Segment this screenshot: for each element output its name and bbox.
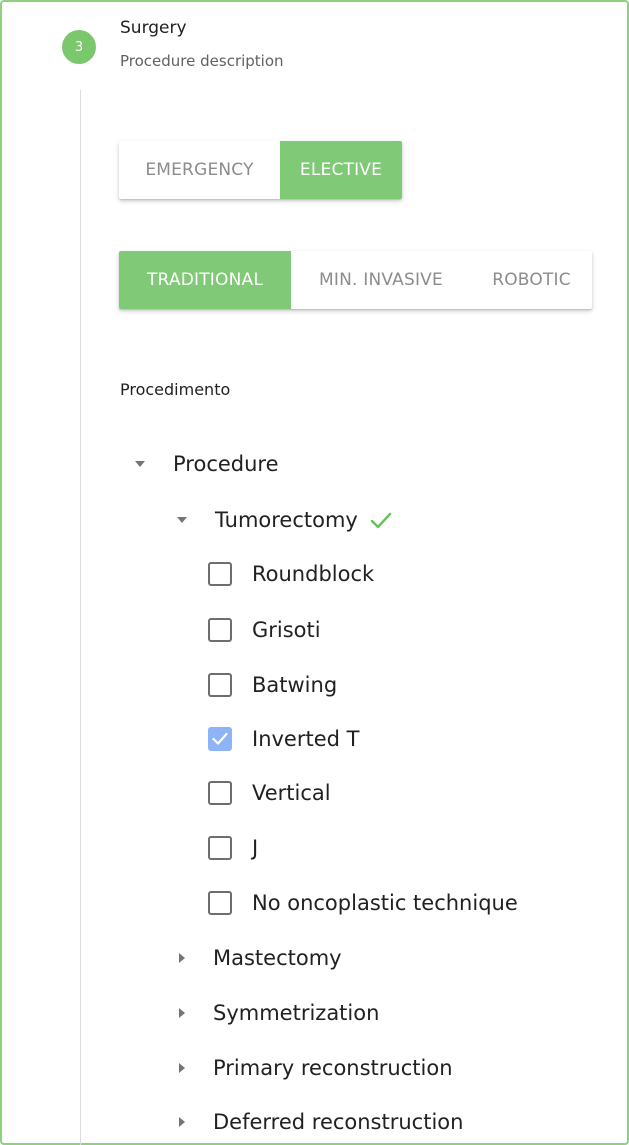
checkmark-icon xyxy=(370,512,392,529)
option-label: Vertical xyxy=(252,781,331,805)
caret-down-icon xyxy=(135,461,145,467)
option-label: Inverted T xyxy=(252,727,360,751)
checkbox-icon[interactable] xyxy=(208,836,232,860)
option-label: Roundblock xyxy=(252,562,375,586)
tree-node-label: Deferred reconstruction xyxy=(213,1110,464,1134)
section-label: Procedimento xyxy=(120,380,231,399)
option-label: No oncoplastic technique xyxy=(252,891,518,915)
step-connector-line xyxy=(80,90,81,1145)
step-title: Surgery xyxy=(120,18,187,38)
tree-node-deferred-reconstruction[interactable]: Deferred reconstruction xyxy=(177,1104,463,1140)
caret-right-icon xyxy=(179,1063,185,1073)
tree-node-label: Tumorectomy xyxy=(215,508,358,532)
tree-node-label: Procedure xyxy=(173,452,279,476)
caret-right-icon xyxy=(179,1008,185,1018)
checkbox-icon[interactable] xyxy=(208,891,232,915)
tree-node-mastectomy[interactable]: Mastectomy xyxy=(177,940,342,976)
checkbox-icon[interactable] xyxy=(208,562,232,586)
caret-right-icon xyxy=(179,1117,185,1127)
tree-node-symmetrization[interactable]: Symmetrization xyxy=(177,995,379,1031)
checkbox-icon[interactable] xyxy=(208,781,232,805)
urgency-toggle-group: EMERGENCY ELECTIVE xyxy=(119,141,402,199)
option-roundblock[interactable]: Roundblock xyxy=(208,556,374,592)
checkbox-icon[interactable] xyxy=(208,673,232,697)
tree-node-procedure[interactable]: Procedure xyxy=(135,446,279,482)
option-no-oncoplastic-technique[interactable]: No oncoplastic technique xyxy=(208,885,518,921)
option-grisoti[interactable]: Grisoti xyxy=(208,612,321,648)
caret-right-icon xyxy=(179,953,185,963)
tree-node-primary-reconstruction[interactable]: Primary reconstruction xyxy=(177,1050,453,1086)
tree-node-label: Symmetrization xyxy=(213,1001,380,1025)
toggle-traditional[interactable]: TRADITIONAL xyxy=(119,251,291,309)
step-subtitle: Procedure description xyxy=(120,52,284,70)
tree-node-tumorectomy[interactable]: Tumorectomy xyxy=(177,502,392,538)
option-j[interactable]: J xyxy=(208,830,258,866)
toggle-elective[interactable]: ELECTIVE xyxy=(280,141,402,199)
option-inverted-t[interactable]: Inverted T xyxy=(208,721,359,757)
checkbox-checked-icon[interactable] xyxy=(208,727,232,751)
option-label: Batwing xyxy=(252,673,338,697)
option-vertical[interactable]: Vertical xyxy=(208,775,331,811)
checkbox-icon[interactable] xyxy=(208,618,232,642)
caret-down-icon xyxy=(177,517,187,523)
option-label: Grisoti xyxy=(252,618,321,642)
step-number-badge: 3 xyxy=(62,30,96,64)
tree-node-label: Primary reconstruction xyxy=(213,1056,453,1080)
option-batwing[interactable]: Batwing xyxy=(208,667,337,703)
tree-node-label: Mastectomy xyxy=(213,946,342,970)
toggle-robotic[interactable]: ROBOTIC xyxy=(471,251,592,309)
option-label: J xyxy=(252,836,259,860)
toggle-min-invasive[interactable]: MIN. INVASIVE xyxy=(291,251,471,309)
technique-toggle-group: TRADITIONAL MIN. INVASIVE ROBOTIC xyxy=(119,251,592,309)
toggle-emergency[interactable]: EMERGENCY xyxy=(119,141,280,199)
